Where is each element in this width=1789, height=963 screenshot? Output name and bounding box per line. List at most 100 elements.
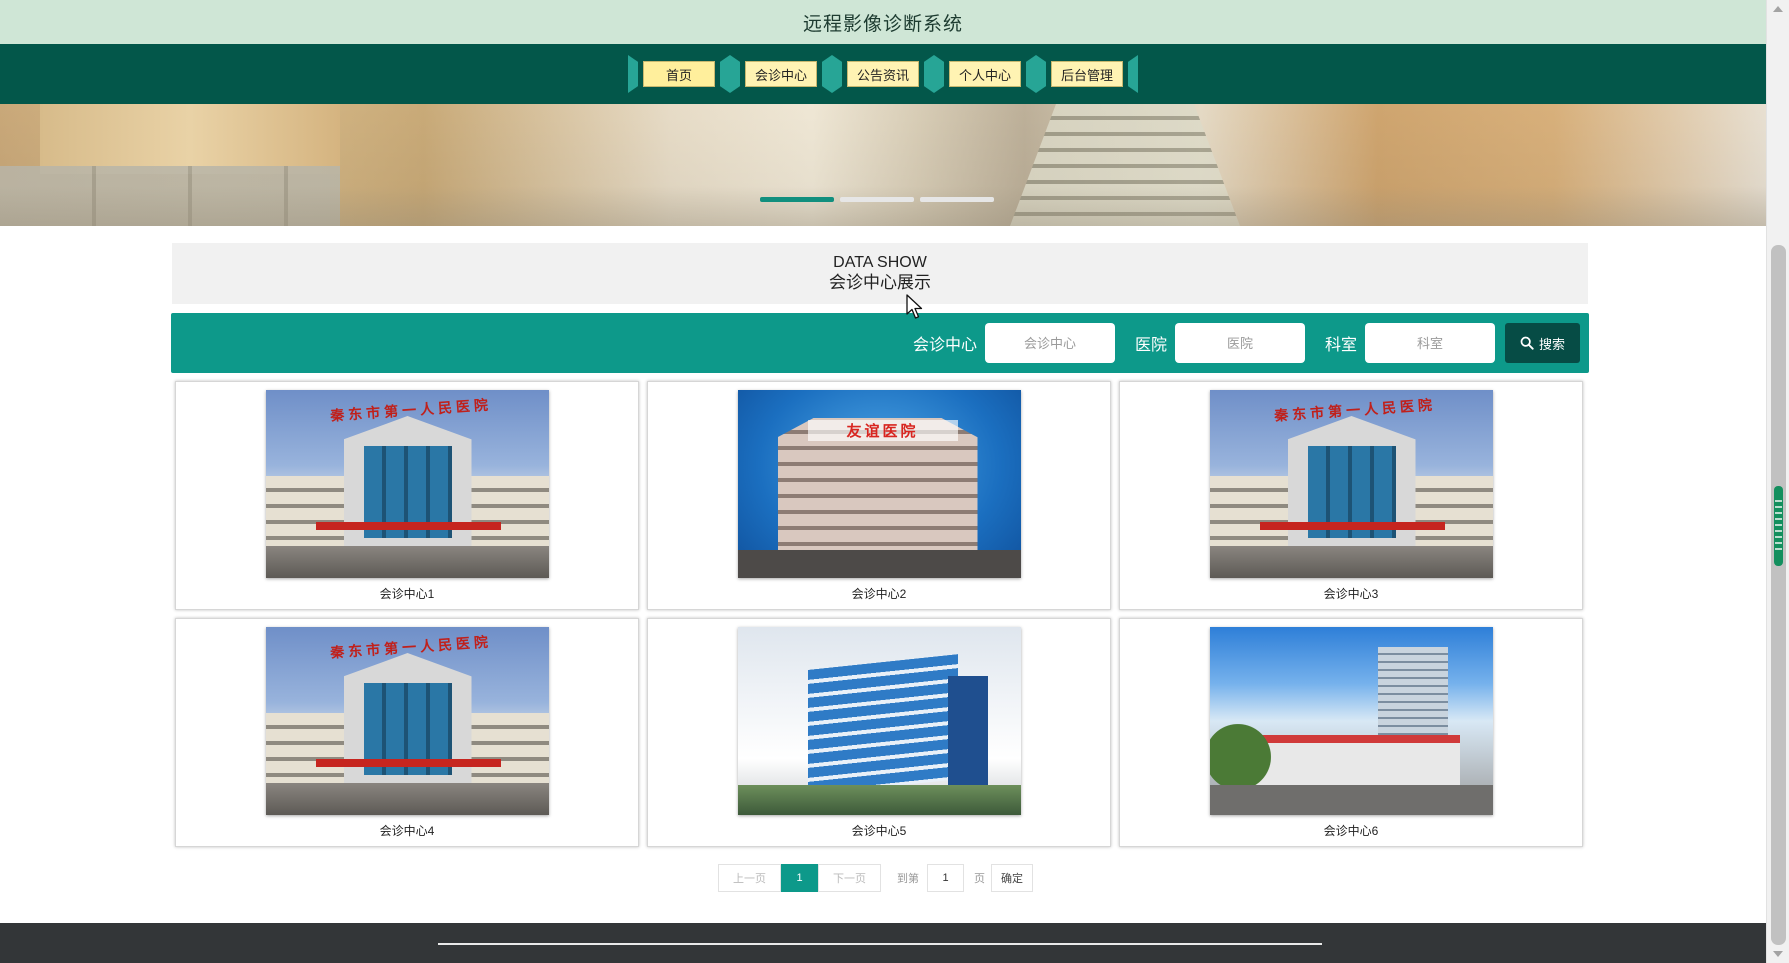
carousel-dot-2[interactable] [840, 197, 914, 202]
nav-item-label[interactable]: 会诊中心 [745, 61, 817, 87]
building-ground [265, 546, 549, 578]
center-card-name[interactable]: 会诊中心4 [380, 822, 435, 839]
footer [0, 923, 1766, 963]
search-button[interactable]: 搜索 [1505, 323, 1580, 363]
building-wing [265, 713, 356, 783]
building-wing [265, 476, 356, 546]
building-banner [1259, 522, 1445, 530]
main-nav: 首页 会诊中心 公告资讯 个人中心 后台管理 [0, 44, 1766, 104]
search-label-department: 科室 [1324, 337, 1357, 354]
building-wing [458, 476, 549, 546]
nav-tab-right-decoration [924, 55, 934, 93]
center-card-name[interactable]: 会诊中心1 [380, 585, 435, 602]
center-card-image[interactable]: 秦东市第一人民医院 [265, 390, 549, 578]
search-bar: 会诊中心 医院 科室 搜索 [171, 313, 1589, 373]
prev-page-button[interactable]: 上一页 [718, 864, 781, 892]
center-card-image[interactable]: 秦东市第一人民医院 [1209, 390, 1493, 578]
carousel-dot-1[interactable] [760, 197, 834, 202]
center-card-image[interactable]: 秦东市第一人民医院 [265, 627, 549, 815]
building-trees [737, 785, 1021, 815]
nav-item-consultation-center[interactable]: 会诊中心 [730, 51, 832, 97]
nav-item-label[interactable]: 首页 [643, 61, 715, 87]
nav-item-home[interactable]: 首页 [628, 51, 730, 97]
center-card-6[interactable]: 会诊中心6 [1119, 618, 1583, 847]
center-card-image[interactable]: 友谊医院 [737, 390, 1021, 578]
nav-tab-left-decoration [628, 55, 638, 93]
footer-divider [438, 943, 1322, 945]
mouse-cursor-icon [906, 294, 923, 319]
building-wing [458, 713, 549, 783]
building-ground [265, 783, 549, 815]
building-wing [1402, 476, 1493, 546]
nav-tab-right-decoration [720, 55, 730, 93]
center-card-name[interactable]: 会诊中心6 [1324, 822, 1379, 839]
center-card-4[interactable]: 秦东市第一人民医院 会诊中心4 [175, 618, 639, 847]
goto-suffix: 页 [974, 873, 985, 885]
center-card-name[interactable]: 会诊中心5 [852, 822, 907, 839]
nav-tab-right-decoration [1128, 55, 1138, 93]
center-card-5[interactable]: 会诊中心5 [647, 618, 1111, 847]
banner-image-floor [0, 186, 1766, 226]
scrollbar-thumb[interactable] [1771, 245, 1786, 945]
goto-prefix: 到第 [897, 873, 919, 885]
building-body [1249, 735, 1460, 785]
building-body [807, 654, 958, 795]
nav-item-personal-center[interactable]: 个人中心 [934, 51, 1036, 97]
nav-item-admin[interactable]: 后台管理 [1036, 51, 1138, 97]
current-page-button[interactable]: 1 [781, 864, 818, 892]
banner-carousel[interactable] [0, 104, 1766, 226]
center-card-3[interactable]: 秦东市第一人民医院 会诊中心3 [1119, 381, 1583, 610]
carousel-dot-3[interactable] [920, 197, 994, 202]
page: 远程影像诊断系统 首页 会诊中心 公告资讯 个人中心 后台管理 DATA SHO… [0, 0, 1789, 963]
site-header: 远程影像诊断系统 [0, 0, 1766, 44]
building-ground [1209, 546, 1493, 578]
building-sign-text: 友谊医院 [807, 420, 958, 441]
building-side [947, 676, 988, 791]
search-label-center: 会诊中心 [912, 337, 977, 354]
search-label-hospital: 医院 [1134, 337, 1167, 354]
pagination: 上一页 1 下一页 到第 页 确定 [718, 864, 1033, 892]
next-page-button[interactable]: 下一页 [818, 864, 881, 892]
carousel-indicators [760, 197, 994, 202]
building-wing [1209, 476, 1300, 546]
center-card-1[interactable]: 秦东市第一人民医院 会诊中心1 [175, 381, 639, 610]
building-trees [1209, 715, 1280, 785]
center-card-name[interactable]: 会诊中心3 [1324, 585, 1379, 602]
site-title: 远程影像诊断系统 [802, 13, 963, 35]
nav-tab-right-decoration [822, 55, 832, 93]
goto-confirm-button[interactable]: 确定 [991, 864, 1033, 892]
center-card-image[interactable] [737, 627, 1021, 815]
nav-tab-left-decoration [934, 55, 944, 93]
nav-tab-left-decoration [730, 55, 740, 93]
search-icon [1520, 336, 1534, 350]
search-button-label: 搜索 [1538, 336, 1565, 352]
banner-image-wall [40, 104, 340, 174]
nav-tab-right-decoration [1026, 55, 1036, 93]
building-banner [315, 522, 501, 530]
scroll-marker-grip-icon [1775, 500, 1782, 550]
center-card-image[interactable] [1209, 627, 1493, 815]
building-ground [737, 550, 1021, 578]
nav-item-label[interactable]: 后台管理 [1051, 61, 1123, 87]
scroll-up-arrow-icon[interactable] [1773, 6, 1783, 12]
nav-item-announcements[interactable]: 公告资讯 [832, 51, 934, 97]
building-road [1209, 785, 1493, 815]
section-title-en: DATA SHOW [833, 254, 927, 271]
center-card-2[interactable]: 友谊医院 会诊中心2 [647, 381, 1111, 610]
nav-list: 首页 会诊中心 公告资讯 个人中心 后台管理 [628, 51, 1138, 97]
section-header: DATA SHOW 会诊中心展示 [172, 243, 1588, 304]
nav-item-label[interactable]: 公告资讯 [847, 61, 919, 87]
consultation-center-grid: 秦东市第一人民医院 会诊中心1 友谊医院 会诊中心2 秦东市第一人民医院 会诊中… [175, 381, 1585, 847]
nav-tab-left-decoration [832, 55, 842, 93]
search-input-center[interactable] [984, 323, 1115, 363]
goto-page-input[interactable] [927, 864, 964, 892]
building-banner [315, 759, 501, 767]
nav-tab-left-decoration [1036, 55, 1046, 93]
nav-item-label[interactable]: 个人中心 [949, 61, 1021, 87]
search-input-department[interactable] [1365, 323, 1495, 363]
search-input-hospital[interactable] [1174, 323, 1305, 363]
scroll-down-arrow-icon[interactable] [1773, 951, 1783, 957]
page-scrollbar[interactable] [1766, 0, 1789, 963]
center-card-name[interactable]: 会诊中心2 [852, 585, 907, 602]
section-title-cn: 会诊中心展示 [829, 273, 931, 292]
